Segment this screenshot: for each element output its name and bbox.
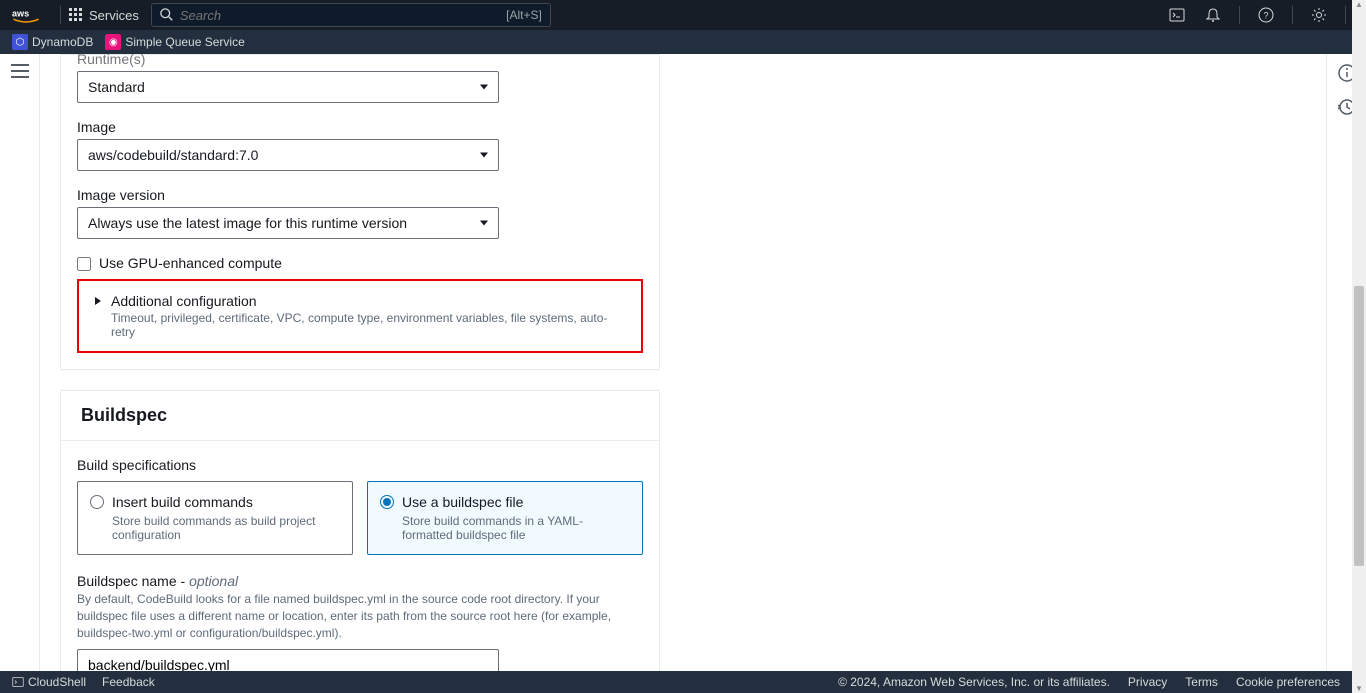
favorite-label: Simple Queue Service [125,35,244,49]
runtime-label: Runtime(s) [77,54,643,67]
favorite-dynamodb[interactable]: ⬡ DynamoDB [12,34,93,50]
search-shortcut: [Alt+S] [506,8,542,22]
buildspec-name-input[interactable] [77,649,499,671]
cloudshell-link[interactable]: CloudShell [12,675,86,689]
aws-logo[interactable]: aws [12,6,40,24]
feedback-link[interactable]: Feedback [102,675,155,689]
services-menu[interactable]: Services [69,8,139,23]
footer: CloudShell Feedback © 2024, Amazon Web S… [0,671,1352,693]
hamburger-menu[interactable] [11,64,29,78]
svg-text:aws: aws [12,8,29,18]
notifications-icon-button[interactable] [1195,0,1231,30]
environment-panel: Runtime(s) Standard Image aws/codebuild/… [60,54,660,370]
insert-build-commands-tile[interactable]: Insert build commands Store build comman… [77,481,353,555]
radio-icon [90,495,104,509]
cookie-prefs-link[interactable]: Cookie preferences [1236,675,1340,689]
image-label: Image [77,119,643,135]
image-select[interactable]: aws/codebuild/standard:7.0 [77,139,499,171]
runtime-select[interactable]: Standard [77,71,499,103]
favorites-bar: ⬡ DynamoDB ◉ Simple Queue Service [0,30,1366,54]
buildspec-header: Buildspec [61,391,659,441]
buildspec-panel: Buildspec Build specifications Insert bu… [60,390,660,671]
services-label: Services [89,8,139,23]
scrollbar-thumb[interactable] [1354,286,1364,566]
main-content: Runtime(s) Standard Image aws/codebuild/… [40,54,1326,671]
outer-scrollbar[interactable]: ▲ ▼ [1352,0,1366,693]
image-version-label: Image version [77,187,643,203]
image-version-select[interactable]: Always use the latest image for this run… [77,207,499,239]
tile-desc: Store build commands as build project co… [112,514,340,542]
copyright: © 2024, Amazon Web Services, Inc. or its… [838,675,1110,689]
left-rail [0,54,40,671]
additional-config-title: Additional configuration [111,293,257,309]
settings-icon-button[interactable] [1301,0,1337,30]
build-specs-label: Build specifications [77,457,643,473]
cloudshell-icon [12,676,24,688]
tile-title: Insert build commands [112,494,253,510]
favorite-label: DynamoDB [32,35,93,49]
gpu-checkbox[interactable] [77,257,91,271]
privacy-link[interactable]: Privacy [1128,675,1167,689]
cloudshell-icon-button[interactable] [1159,0,1195,30]
help-icon-button[interactable]: ? [1248,0,1284,30]
buildspec-name-help: By default, CodeBuild looks for a file n… [77,591,643,641]
gpu-label: Use GPU-enhanced compute [99,255,282,271]
favorite-sqs[interactable]: ◉ Simple Queue Service [105,34,244,50]
buildspec-name-label: Buildspec name - optional [77,573,643,589]
search-input[interactable] [180,8,506,23]
terms-link[interactable]: Terms [1185,675,1218,689]
dynamodb-icon: ⬡ [12,34,28,50]
radio-icon [380,495,394,509]
additional-config-desc: Timeout, privileged, certificate, VPC, c… [111,311,625,339]
tile-title: Use a buildspec file [402,494,523,510]
use-buildspec-file-tile[interactable]: Use a buildspec file Store build command… [367,481,643,555]
gpu-checkbox-row[interactable]: Use GPU-enhanced compute [77,255,643,271]
svg-text:?: ? [1264,11,1269,21]
additional-configuration-expander[interactable]: Additional configuration Timeout, privil… [77,279,643,353]
top-nav: aws Services [Alt+S] ? [0,0,1366,30]
search-icon [160,8,174,22]
tile-desc: Store build commands in a YAML-formatted… [402,514,630,542]
global-search[interactable]: [Alt+S] [151,3,551,27]
grid-icon [69,8,83,22]
sqs-icon: ◉ [105,34,121,50]
